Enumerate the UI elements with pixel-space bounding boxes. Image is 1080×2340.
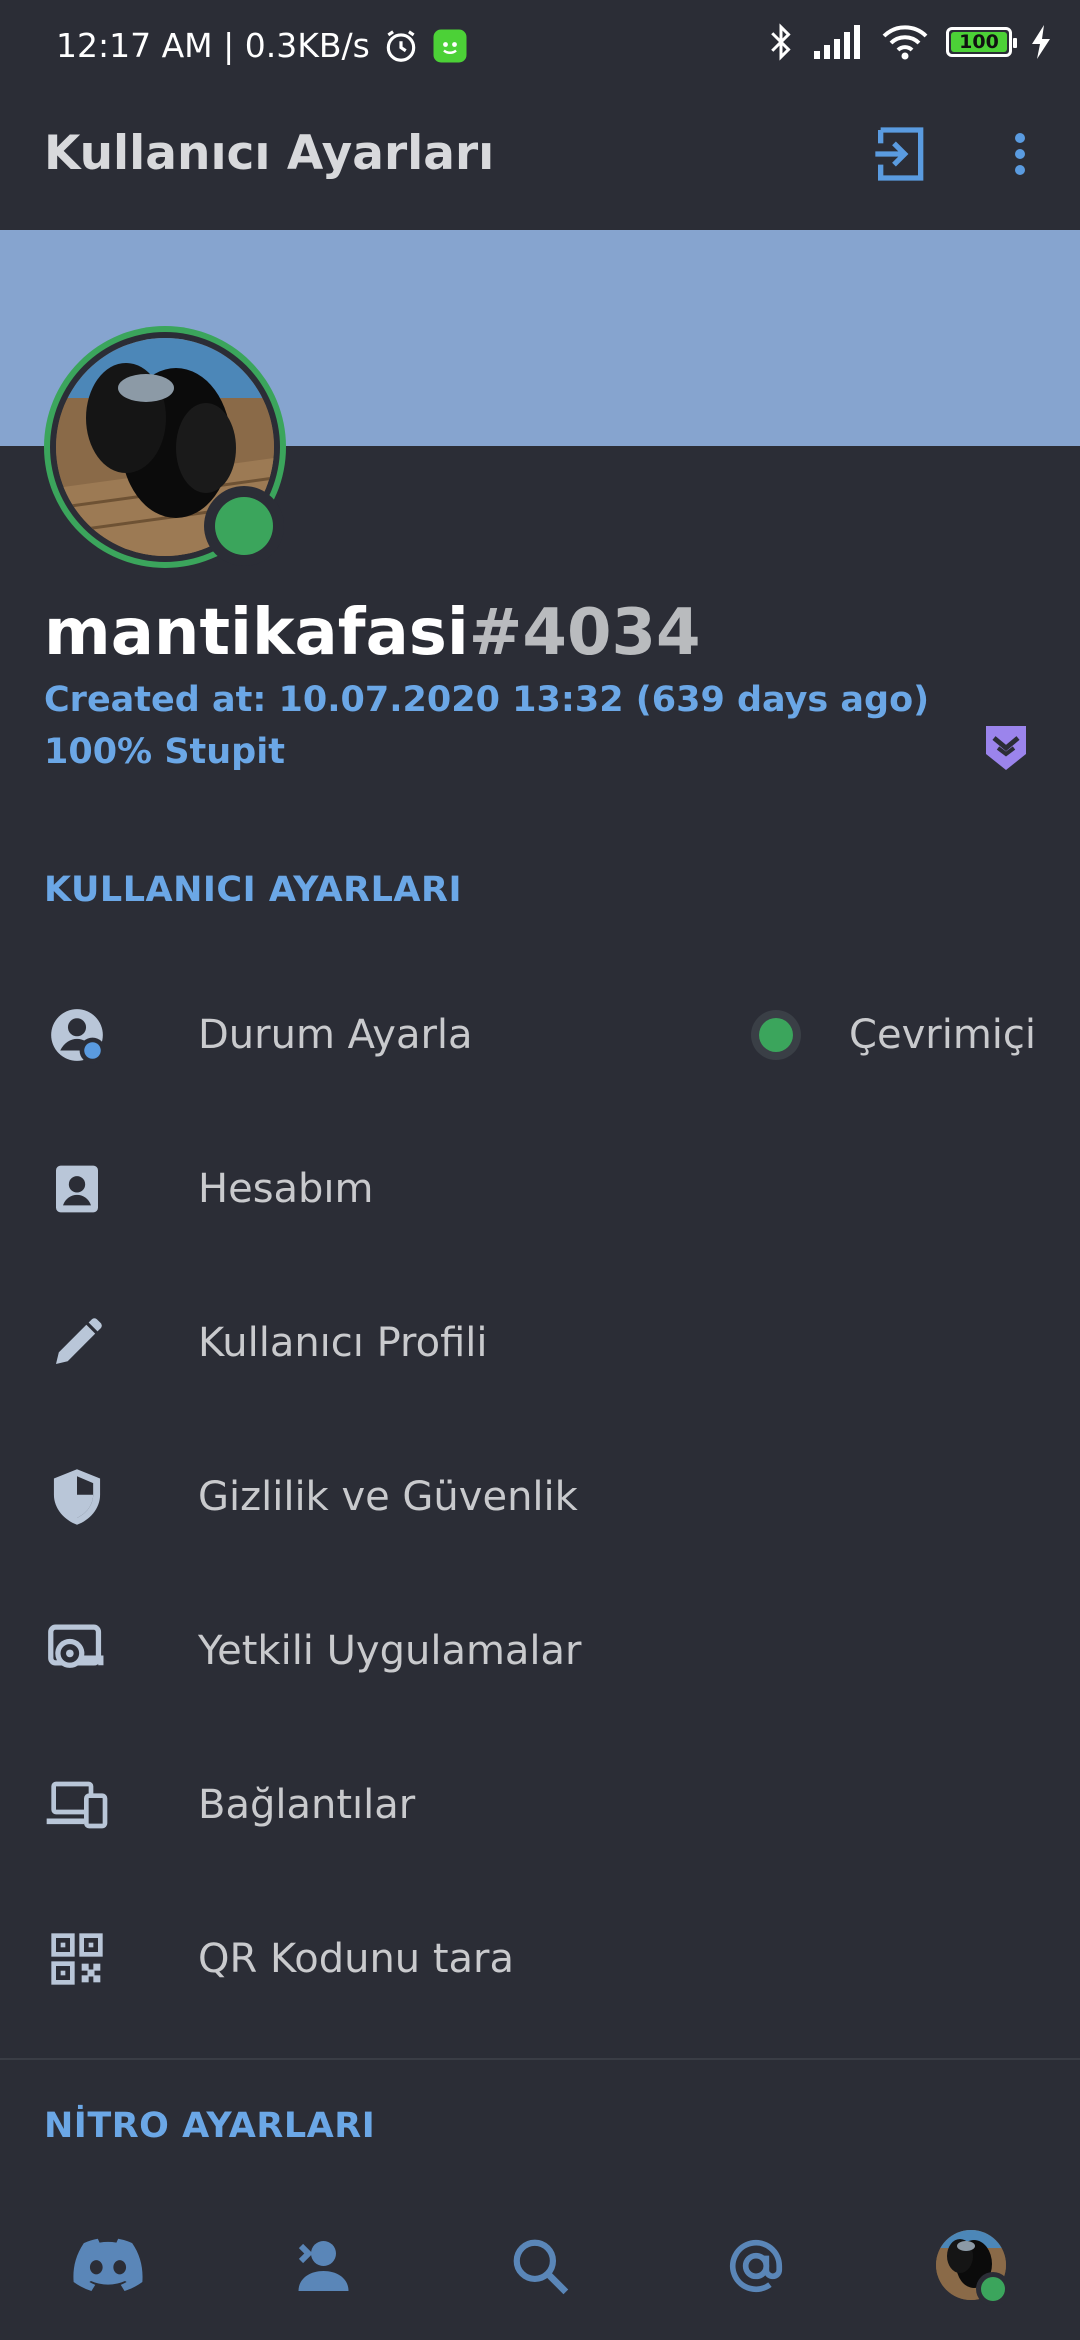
menu-label-my-account: Hesabım (198, 1166, 374, 1212)
current-status-text: Çevrimiçi (849, 1012, 1036, 1058)
logout-button[interactable] (870, 122, 934, 186)
account-icon (44, 1156, 110, 1222)
online-status-dot (751, 1010, 802, 1060)
devices-icon (44, 1772, 110, 1838)
search-icon (513, 2239, 569, 2295)
menu-item-connections[interactable]: Bağlantılar (0, 1728, 1080, 1882)
current-status: Çevrimiçi (751, 1010, 1036, 1060)
menu-label-authorized-apps: Yetkili Uygulamalar (198, 1628, 582, 1674)
nav-online-status-indicator (976, 2272, 1010, 2306)
signal-icon (814, 25, 860, 59)
notification-app-icon (433, 29, 467, 62)
nav-search-button[interactable] (500, 2226, 580, 2306)
mentions-icon (729, 2239, 783, 2293)
online-status-indicator (204, 486, 284, 566)
menu-label-user-profile: Kullanıcı Profili (198, 1320, 488, 1366)
battery-level: 100 (951, 32, 1007, 52)
hypesquad-icon (986, 726, 1026, 770)
hypesquad-badge[interactable] (982, 722, 1030, 774)
menu-item-scan-qr[interactable]: QR Kodunu tara (0, 1882, 1080, 2036)
menu-label-privacy-safety: Gizlilik ve Güvenlik (198, 1474, 578, 1520)
qr-code-icon (44, 1926, 110, 1992)
shield-icon (44, 1464, 110, 1530)
bio-text: 100% Stupit (44, 732, 285, 772)
created-at-text: Created at: 10.07.2020 13:32 (639 days a… (44, 680, 930, 720)
menu-label-connections: Bağlantılar (198, 1782, 416, 1828)
charging-icon (1032, 25, 1050, 59)
discord-home-icon (73, 2238, 143, 2291)
nav-mentions-button[interactable] (716, 2226, 796, 2306)
menu-label-set-status: Durum Ayarla (198, 1012, 473, 1058)
menu-item-my-account[interactable]: Hesabım (0, 1112, 1080, 1266)
status-icon (44, 1002, 110, 1068)
bluetooth-icon (771, 23, 791, 61)
more-options-button[interactable] (1000, 122, 1040, 186)
bottom-navigation (0, 2190, 1080, 2340)
authorized-apps-icon (44, 1618, 110, 1684)
menu-item-set-status[interactable]: Durum Ayarla Çevrimiçi (0, 958, 1080, 1112)
username: mantikafasi#4034 (44, 596, 701, 670)
logout-icon (875, 127, 924, 181)
status-time-speed: 12:17 AM | 0.3KB/s (56, 26, 370, 65)
menu-item-authorized-apps[interactable]: Yetkili Uygulamalar (0, 1574, 1080, 1728)
section-header-user-settings: KULLANICI AYARLARI (44, 870, 462, 910)
menu-label-scan-qr: QR Kodunu tara (198, 1936, 515, 1982)
section-header-nitro-settings: NİTRO AYARLARI (44, 2106, 376, 2146)
menu-item-privacy-safety[interactable]: Gizlilik ve Güvenlik (0, 1420, 1080, 1574)
section-divider (0, 2058, 1080, 2060)
username-discriminator: #4034 (468, 596, 701, 670)
nav-home-button[interactable] (68, 2226, 148, 2306)
menu-item-user-profile[interactable]: Kullanıcı Profili (0, 1266, 1080, 1420)
more-vertical-icon (1015, 133, 1025, 175)
status-bar: 12:17 AM | 0.3KB/s 100 (0, 0, 1080, 92)
app-bar: Kullanıcı Ayarları (0, 92, 1080, 230)
username-name: mantikafasi (44, 596, 469, 670)
status-bar-left: 12:17 AM | 0.3KB/s (56, 26, 468, 65)
nav-friends-button[interactable] (286, 2226, 366, 2306)
battery-icon: 100 (946, 27, 1017, 57)
alarm-icon (386, 29, 416, 62)
wifi-icon (882, 25, 928, 60)
page-title: Kullanıcı Ayarları (44, 126, 495, 181)
status-bar-right: 100 (766, 22, 1052, 62)
friends-icon (298, 2241, 349, 2291)
pencil-icon (44, 1310, 110, 1376)
